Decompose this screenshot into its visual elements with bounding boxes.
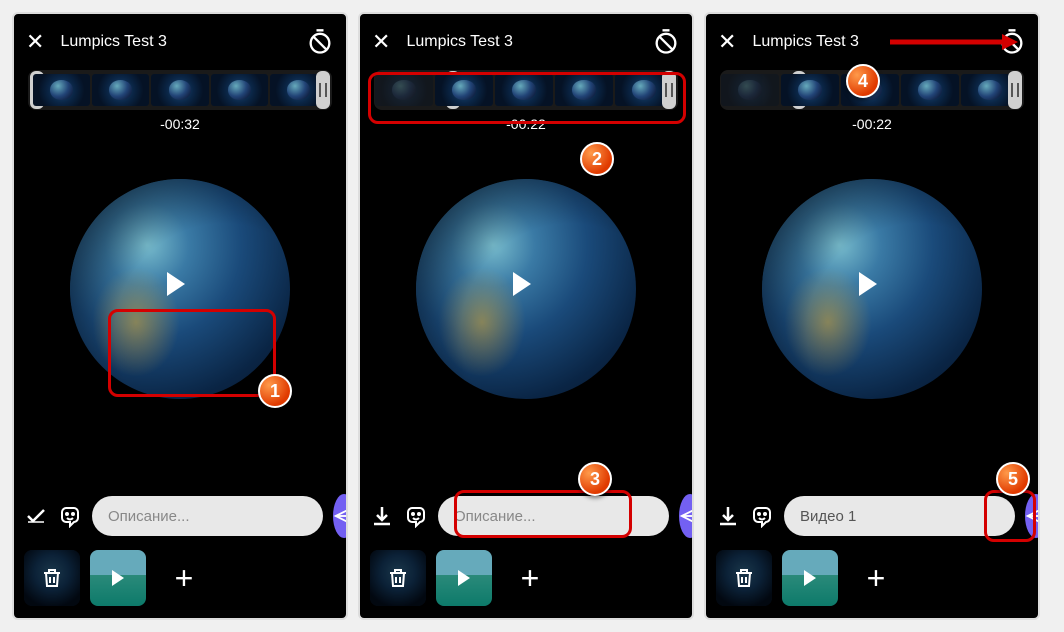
sticker-icon[interactable] — [58, 502, 82, 530]
send-button[interactable] — [1025, 494, 1040, 538]
caption-row — [716, 494, 1028, 538]
close-icon[interactable]: ✕ — [718, 29, 736, 55]
thumb-2[interactable] — [90, 550, 146, 606]
play-button[interactable] — [855, 272, 889, 306]
screen-3: ✕ Lumpics Test 3 -00:22 — [704, 12, 1040, 620]
video-trim-timeline[interactable]: -00:32 — [28, 70, 332, 118]
annotation-badge-5: 5 — [996, 462, 1030, 496]
chat-title: Lumpics Test 3 — [752, 33, 858, 51]
add-media-button[interactable]: + — [502, 550, 558, 606]
caption-input[interactable] — [438, 496, 669, 536]
thumb-2[interactable] — [782, 550, 838, 606]
caption-input[interactable] — [92, 496, 323, 536]
send-button[interactable] — [679, 494, 694, 538]
video-preview — [360, 144, 692, 434]
thumb-1[interactable] — [370, 550, 426, 606]
chat-title: Lumpics Test 3 — [406, 33, 512, 51]
caption-row — [370, 494, 682, 538]
sticker-icon[interactable] — [404, 502, 428, 530]
send-button[interactable] — [333, 494, 348, 538]
sticker-icon[interactable] — [750, 502, 774, 530]
close-icon[interactable]: ✕ — [26, 29, 44, 55]
play-button[interactable] — [509, 272, 543, 306]
screen-1: ✕ Lumpics Test 3 -00:32 — [12, 12, 348, 620]
thumb-1[interactable] — [24, 550, 80, 606]
trim-handle-right[interactable] — [662, 71, 676, 109]
media-thumbnails: + — [370, 550, 682, 606]
add-media-button[interactable]: + — [156, 550, 212, 606]
chat-title: Lumpics Test 3 — [60, 33, 166, 51]
screen-2: ✕ Lumpics Test 3 -00:22 — [358, 12, 694, 620]
caption-input[interactable] — [784, 496, 1015, 536]
trim-handle-right[interactable] — [1008, 71, 1022, 109]
topbar: ✕ Lumpics Test 3 — [706, 14, 1038, 70]
trim-handle-right[interactable] — [316, 71, 330, 109]
delete-thumb-icon[interactable] — [370, 550, 426, 606]
caption-row — [24, 494, 336, 538]
self-destruct-timer-icon[interactable] — [998, 28, 1026, 56]
play-button[interactable] — [163, 272, 197, 306]
delete-thumb-icon[interactable] — [716, 550, 772, 606]
video-preview — [706, 144, 1038, 434]
video-trim-timeline[interactable]: -00:22 — [720, 70, 1024, 118]
close-icon[interactable]: ✕ — [372, 29, 390, 55]
video-preview — [14, 144, 346, 434]
add-media-button[interactable]: + — [848, 550, 904, 606]
confirm-check-icon[interactable] — [24, 502, 48, 530]
media-thumbnails: + — [24, 550, 336, 606]
remaining-time: -00:22 — [720, 116, 1024, 132]
media-thumbnails: + — [716, 550, 1028, 606]
download-icon[interactable] — [716, 502, 740, 530]
topbar: ✕ Lumpics Test 3 — [14, 14, 346, 70]
thumb-1[interactable] — [716, 550, 772, 606]
annotation-badge-3: 3 — [578, 462, 612, 496]
delete-thumb-icon[interactable] — [24, 550, 80, 606]
self-destruct-timer-icon[interactable] — [306, 28, 334, 56]
topbar: ✕ Lumpics Test 3 — [360, 14, 692, 70]
video-trim-timeline[interactable]: -00:22 — [374, 70, 678, 118]
remaining-time: -00:32 — [28, 116, 332, 132]
thumb-2[interactable] — [436, 550, 492, 606]
self-destruct-timer-icon[interactable] — [652, 28, 680, 56]
remaining-time: -00:22 — [374, 116, 678, 132]
download-icon[interactable] — [370, 502, 394, 530]
